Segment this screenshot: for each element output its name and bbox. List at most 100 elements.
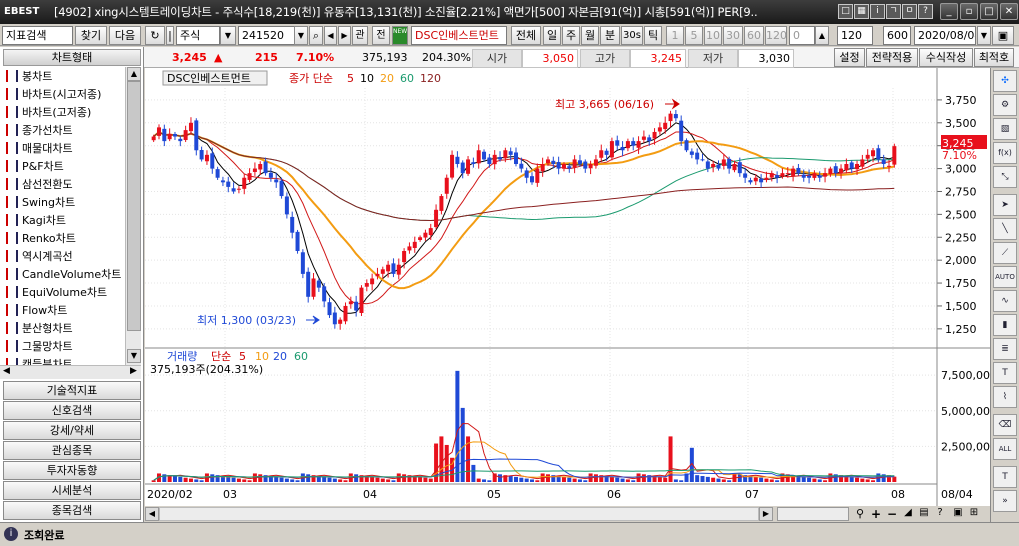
chart-settings-icon[interactable]: ▧: [993, 118, 1017, 140]
period-week-button[interactable]: 주: [562, 26, 580, 45]
chart-scroll-left-icon[interactable]: ◀: [145, 507, 159, 521]
period-30s-button[interactable]: 30s: [621, 26, 643, 45]
date-input[interactable]: 2020/08/04: [914, 26, 976, 45]
category-signal[interactable]: 신호검색: [3, 401, 141, 420]
period-day-button[interactable]: 일: [543, 26, 561, 45]
print-icon[interactable]: ▤: [917, 507, 931, 521]
gear-icon[interactable]: ⚙: [993, 94, 1017, 116]
trendline-icon[interactable]: ⟋: [993, 242, 1017, 264]
min-60-button[interactable]: 60: [744, 26, 764, 45]
restore-icon[interactable]: ▫: [960, 3, 978, 20]
settings-button[interactable]: 설정: [834, 48, 865, 67]
zoom-slider[interactable]: [777, 507, 849, 521]
category-investor[interactable]: 투자자동향: [3, 461, 141, 480]
pointer-icon[interactable]: ➤: [993, 194, 1017, 216]
candle-tool-icon[interactable]: ▮: [993, 314, 1017, 336]
min-5-button[interactable]: 5: [685, 26, 703, 45]
indicator-search-input[interactable]: 지표검색: [2, 26, 73, 45]
hscroll-left-icon[interactable]: ◀: [3, 366, 10, 376]
market-type-select[interactable]: 주식: [176, 26, 220, 45]
sidebar-item-11[interactable]: CandleVolume차트: [6, 266, 121, 284]
scroll-down-icon[interactable]: ▼: [127, 349, 141, 363]
category-market[interactable]: 시세분석: [3, 481, 141, 500]
market-dropdown-icon[interactable]: ▼: [220, 26, 236, 45]
find-button[interactable]: 찾기: [75, 26, 107, 45]
hscroll-right-icon[interactable]: ▶: [130, 366, 137, 376]
auto-trend-icon[interactable]: AUTO: [993, 266, 1017, 288]
cycle-icon[interactable]: ⌇: [993, 386, 1017, 408]
sidebar-item-8[interactable]: Kagi차트: [6, 212, 66, 230]
maximize-icon[interactable]: □: [980, 3, 998, 20]
prev-stock-icon[interactable]: ◀: [324, 26, 337, 45]
sidebar-item-4[interactable]: 매물대차트: [6, 140, 73, 158]
code-search-icon[interactable]: ⌕: [309, 26, 323, 45]
sidebar-item-16[interactable]: 캔들분차트: [6, 356, 73, 365]
view-count-input[interactable]: 120: [837, 26, 873, 45]
crosshair-icon[interactable]: ✣: [993, 70, 1017, 92]
sidebar-item-6[interactable]: 삼선전환도: [6, 176, 73, 194]
min-10-button[interactable]: 10: [704, 26, 722, 45]
formula-icon[interactable]: f(x): [993, 142, 1017, 164]
price-volume-chart[interactable]: DSC인베스트먼트 종가 단순 5 10 20 60 120 최고 3,665 …: [145, 68, 997, 508]
zoom-in-icon[interactable]: +: [869, 507, 883, 521]
scroll-up-icon[interactable]: ▲: [127, 67, 141, 81]
erase-all-icon[interactable]: ALL: [993, 438, 1017, 460]
chart-scroll-right-icon[interactable]: ▶: [759, 507, 773, 521]
help-icon[interactable]: ?: [918, 4, 933, 19]
calendar-icon[interactable]: ▣: [992, 26, 1014, 45]
min-1-button[interactable]: 1: [666, 26, 684, 45]
window-icon[interactable]: ▣: [951, 507, 965, 521]
all-button[interactable]: 전체: [511, 26, 541, 45]
period-minute-button[interactable]: 분: [600, 26, 620, 45]
zoom-out-icon[interactable]: −: [885, 507, 899, 521]
help-question-icon[interactable]: ?: [933, 507, 947, 521]
code-dropdown-icon[interactable]: ▼: [294, 26, 308, 45]
sidebar-item-15[interactable]: 그물망차트: [6, 338, 73, 356]
count-dropdown-icon[interactable]: ▲: [815, 26, 829, 45]
sidebar-item-0[interactable]: 봉차트: [6, 68, 52, 86]
link-icon[interactable]: ㅁ: [902, 4, 917, 19]
sidebar-item-3[interactable]: 종가선차트: [6, 122, 73, 140]
reset-icon[interactable]: ◢: [901, 507, 915, 521]
next-button[interactable]: 다음: [109, 26, 141, 45]
strategy-button[interactable]: 전략적용: [866, 48, 918, 67]
chart-scroll-track[interactable]: [159, 507, 759, 521]
chart-area[interactable]: DSC인베스트먼트 종가 단순 5 10 20 60 120 최고 3,665 …: [145, 68, 997, 508]
minimize-icon[interactable]: _: [940, 3, 958, 20]
sidebar-item-2[interactable]: 바차트(고저종): [6, 104, 91, 122]
expand-icon[interactable]: ⊞: [967, 507, 981, 521]
sidebar-item-12[interactable]: EquiVolume차트: [6, 284, 107, 302]
chart-scroll-strip[interactable]: ◀ ▶ ⚲ + − ◢ ▤ ? ▣ ⊞: [145, 506, 990, 522]
date-dropdown-icon[interactable]: ▼: [977, 26, 991, 45]
sidebar-scrollbar[interactable]: ▲ ▼: [125, 67, 141, 365]
text-tool-icon[interactable]: T: [993, 362, 1017, 384]
close-icon[interactable]: ✕: [1000, 3, 1018, 20]
sidebar-item-14[interactable]: 분산형차트: [6, 320, 73, 338]
sidebar-item-7[interactable]: Swing차트: [6, 194, 75, 212]
pin-icon[interactable]: □: [838, 4, 853, 19]
sidebar-item-5[interactable]: P&F차트: [6, 158, 64, 176]
sidebar-item-13[interactable]: Flow차트: [6, 302, 67, 320]
stock-code-input[interactable]: 241520: [238, 26, 296, 45]
min-30-button[interactable]: 30: [723, 26, 743, 45]
category-stock-search[interactable]: 종목검색: [3, 501, 141, 520]
optimize-button[interactable]: 최적호: [974, 48, 1014, 67]
category-watchlist[interactable]: 관심종목: [3, 441, 141, 460]
count-input[interactable]: 0: [789, 26, 815, 45]
text-box-icon[interactable]: T: [993, 466, 1017, 488]
sidebar-item-10[interactable]: 역시계곡선: [6, 248, 73, 266]
fibonacci-icon[interactable]: ≣: [993, 338, 1017, 360]
next-stock-icon[interactable]: ▶: [338, 26, 351, 45]
sidebar-item-9[interactable]: Renko차트: [6, 230, 76, 248]
info-icon[interactable]: i: [870, 4, 885, 19]
scroll-thumb[interactable]: [127, 81, 141, 331]
kan-button[interactable]: 관: [352, 26, 368, 45]
period-month-button[interactable]: 월: [581, 26, 599, 45]
period-tick-button[interactable]: 틱: [644, 26, 662, 45]
scale-icon[interactable]: ㄱ: [886, 4, 901, 19]
eraser-icon[interactable]: ⌫: [993, 414, 1017, 436]
sidebar-hscroll[interactable]: ◀ ▶: [0, 365, 141, 379]
sidebar-item-1[interactable]: 바차트(시고저종): [6, 86, 101, 104]
category-technical[interactable]: 기술적지표: [3, 381, 141, 400]
formula-button[interactable]: 수식작성: [919, 48, 973, 67]
